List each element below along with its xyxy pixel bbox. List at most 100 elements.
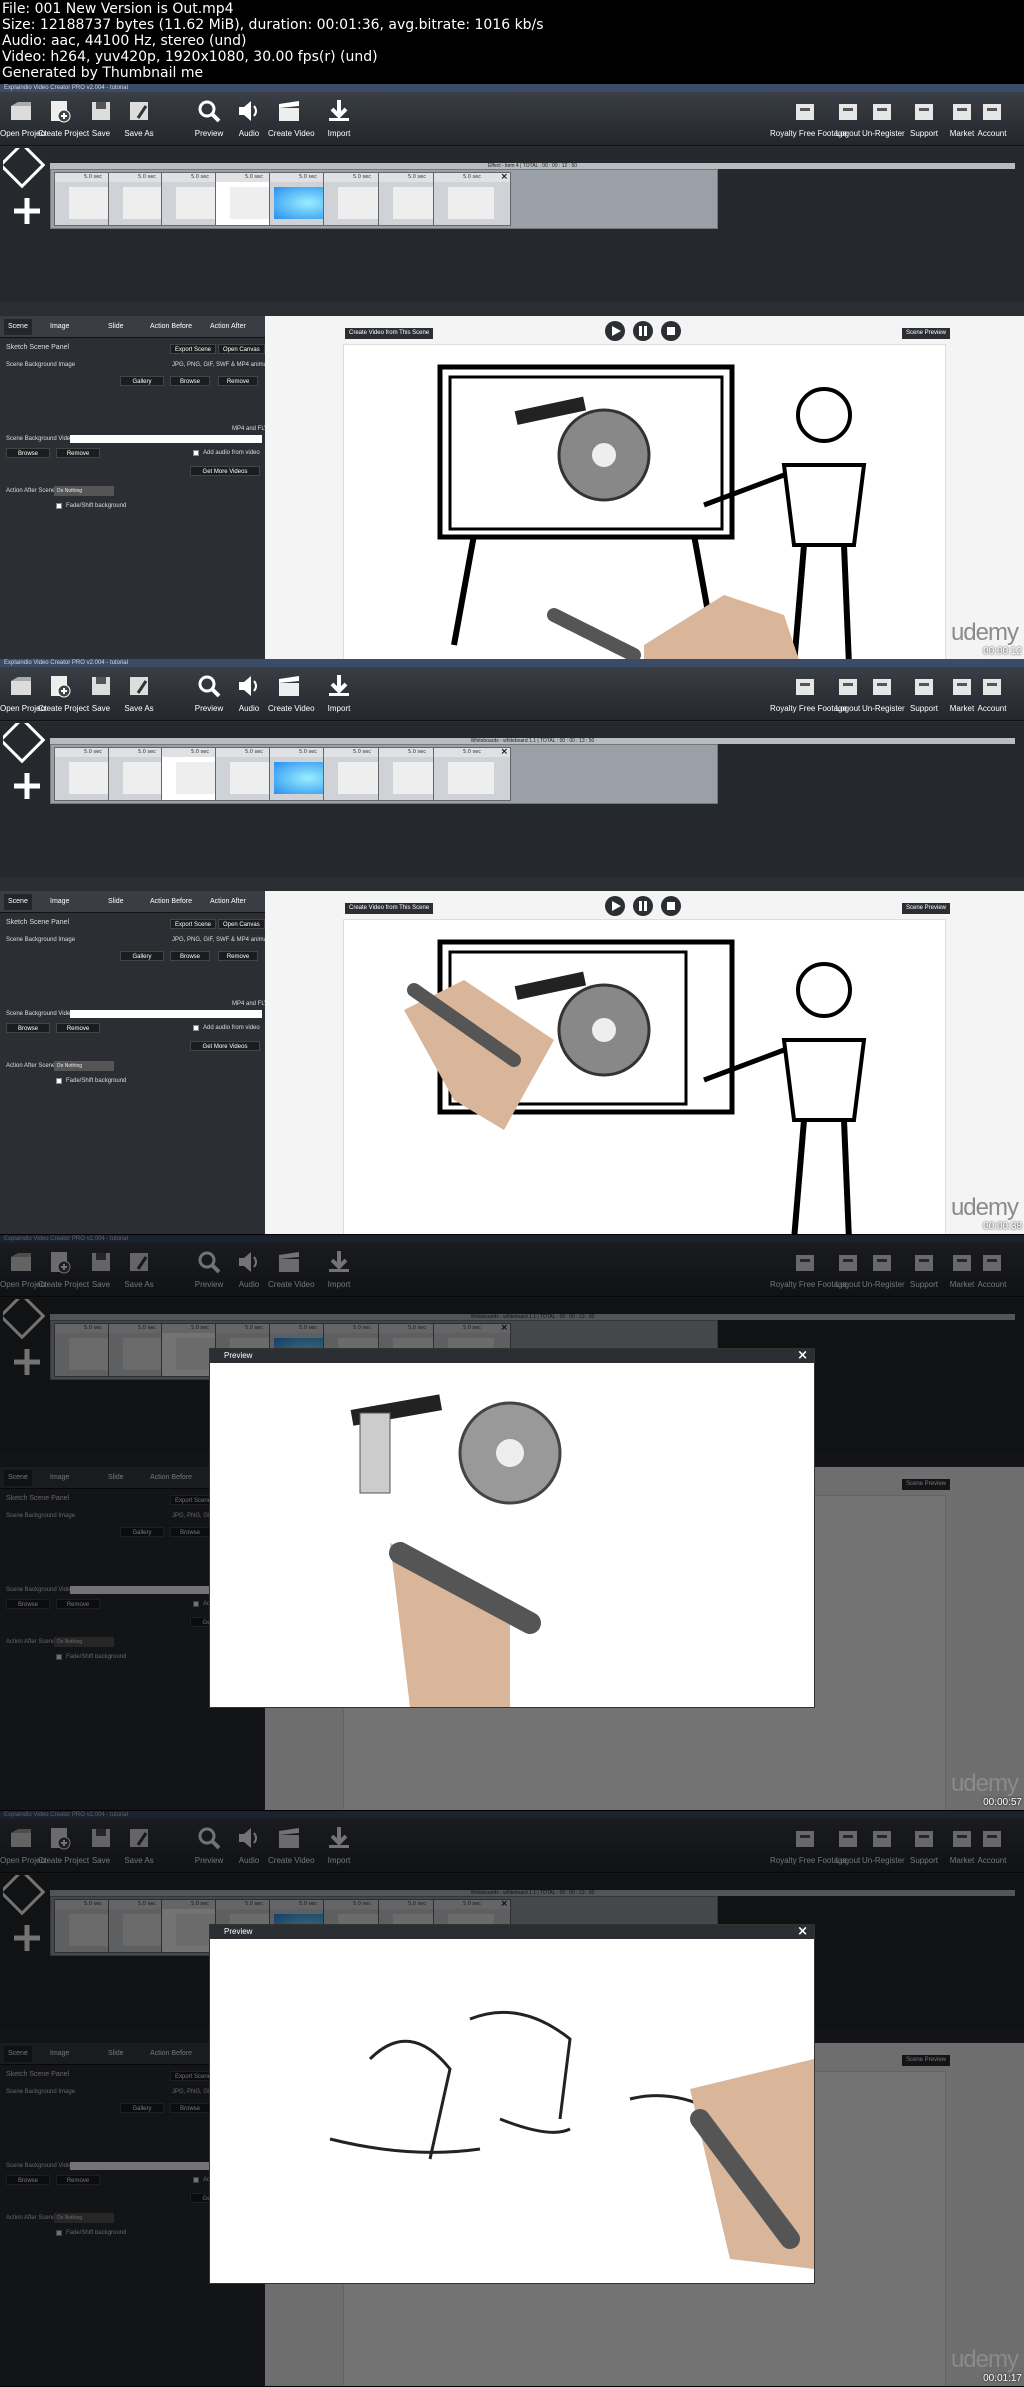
toolbar-button[interactable]: Account (972, 667, 1012, 721)
close-icon[interactable]: × (797, 1925, 808, 1939)
add-scene-button[interactable] (0, 141, 46, 228)
toolbar-button[interactable]: Open Project (0, 92, 47, 146)
tab[interactable]: Action Before (150, 894, 192, 910)
close-icon[interactable]: × (500, 748, 508, 757)
toolbar-button[interactable]: Create Video (268, 92, 315, 146)
stop-icon[interactable] (661, 321, 681, 341)
action-after-select[interactable]: Do Nothing (54, 1061, 114, 1071)
toolbar-button[interactable]: Un-Register (862, 667, 905, 721)
export-scene-button[interactable]: Export Scene (170, 919, 217, 929)
get-more-videos-button[interactable]: Get More Videos (190, 1041, 260, 1051)
toolbar-button[interactable]: Un-Register (862, 92, 905, 146)
toolbar-button[interactable]: Save (80, 92, 122, 146)
drawing-canvas[interactable] (343, 344, 946, 659)
panel-title: Sketch Scene Panel (6, 344, 70, 351)
gallery-button[interactable]: Gallery (120, 376, 164, 386)
close-icon[interactable]: × (500, 173, 508, 182)
pause-icon[interactable] (633, 896, 653, 916)
main-toolbar: Open Project Create Project Save Save As… (0, 667, 1024, 721)
create-project-icon (46, 673, 72, 699)
add-audio-label: Add audio from video (203, 1025, 260, 1031)
info-line: Size: 12188737 bytes (11.62 MiB), durati… (2, 17, 544, 33)
bg-video-field[interactable] (70, 1010, 262, 1018)
toolbar-button[interactable]: Save (80, 667, 122, 721)
panel-title: Sketch Scene Panel (6, 919, 70, 926)
close-icon[interactable]: × (797, 1349, 808, 1363)
preview-icon (196, 673, 222, 699)
toolbar-button[interactable]: Preview (188, 92, 230, 146)
toolbar-button[interactable]: Save As (118, 92, 160, 146)
remove-video-button[interactable]: Remove (56, 448, 100, 458)
tab[interactable]: Scene (4, 894, 32, 910)
tab[interactable]: Action Before (150, 319, 192, 335)
pause-icon[interactable] (633, 321, 653, 341)
create-video-scene-button[interactable]: Create Video from This Scene (345, 903, 434, 914)
audio-icon (236, 673, 262, 699)
get-more-videos-button[interactable]: Get More Videos (190, 466, 260, 476)
tab[interactable]: Image (50, 894, 69, 910)
scene-panel: Sketch Scene Panel Export Scene Open Can… (0, 913, 277, 1234)
tab[interactable]: Image (50, 319, 69, 335)
save-as-icon (126, 673, 152, 699)
toolbar-button[interactable]: Create Project (38, 667, 89, 721)
play-icon[interactable] (605, 321, 625, 341)
toolbar-button[interactable]: Support (904, 667, 944, 721)
home-icon (979, 98, 1005, 124)
toolbar-label: Import (327, 704, 351, 713)
toolbar-button[interactable]: Create Project (38, 92, 89, 146)
tv-icon (792, 98, 818, 124)
tab[interactable]: Slide (108, 894, 124, 910)
bg-video-label: Scene Background Video (6, 436, 74, 442)
tab[interactable]: Slide (108, 319, 124, 335)
fade-checkbox[interactable] (56, 1078, 62, 1084)
fade-checkbox[interactable] (56, 503, 62, 509)
scene-thumbnail[interactable]: 5.0 sec × (433, 172, 511, 226)
scene-thumbnail[interactable]: 5.0 sec × (433, 747, 511, 801)
gallery-button[interactable]: Gallery (120, 951, 164, 961)
main-toolbar: Open Project Create Project Save Save As… (0, 92, 1024, 146)
toolbar-button[interactable]: Account (972, 92, 1012, 146)
open-project-icon (8, 673, 34, 699)
remove-button[interactable]: Remove (218, 376, 258, 386)
toolbar-button[interactable]: Support (904, 92, 944, 146)
action-after-select[interactable]: Do Nothing (54, 486, 114, 496)
support-icon (911, 673, 937, 699)
browse-video-button[interactable]: Browse (6, 448, 50, 458)
toolbar-button[interactable]: Save As (118, 667, 160, 721)
tab[interactable]: Action After (210, 894, 246, 910)
browse-video-button[interactable]: Browse (6, 1023, 50, 1033)
open-canvas-button[interactable]: Open Canvas (218, 919, 265, 929)
timestamp: 00:00:57 (983, 1797, 1022, 1808)
add-audio-checkbox[interactable] (193, 1025, 199, 1031)
logout-icon (835, 98, 861, 124)
open-canvas-button[interactable]: Open Canvas (218, 344, 265, 354)
stop-icon[interactable] (661, 896, 681, 916)
mp4-flv-label: MP4 and FLV (232, 1001, 269, 1007)
create-video-scene-button[interactable]: Create Video from This Scene (345, 328, 434, 339)
bg-video-field[interactable] (70, 435, 262, 443)
toolbar-label: Save As (124, 704, 154, 713)
add-audio-checkbox[interactable] (193, 450, 199, 456)
scene-preview-button[interactable]: Scene Preview (902, 903, 951, 914)
toolbar-label: Audio (238, 704, 260, 713)
scene-preview-button[interactable]: Scene Preview (902, 328, 951, 339)
browse-button[interactable]: Browse (170, 376, 210, 386)
browse-button[interactable]: Browse (170, 951, 210, 961)
toolbar-button[interactable]: Audio (228, 667, 270, 721)
preview-drawing (350, 1394, 562, 1707)
toolbar-button[interactable]: Import (318, 667, 360, 721)
add-scene-button[interactable] (0, 716, 46, 803)
toolbar-button[interactable]: Preview (188, 667, 230, 721)
toolbar-button[interactable]: Audio (228, 92, 270, 146)
export-scene-button[interactable]: Export Scene (170, 344, 217, 354)
thumb-time: 5.0 sec (434, 748, 510, 757)
toolbar-button[interactable]: Import (318, 92, 360, 146)
remove-button[interactable]: Remove (218, 951, 258, 961)
toolbar-button[interactable]: Create Video (268, 667, 315, 721)
tab[interactable]: Action After (210, 319, 246, 335)
play-icon[interactable] (605, 896, 625, 916)
remove-video-button[interactable]: Remove (56, 1023, 100, 1033)
toolbar-button[interactable]: Open Project (0, 667, 47, 721)
drawing-canvas[interactable] (343, 919, 946, 1234)
tab[interactable]: Scene (4, 319, 32, 335)
